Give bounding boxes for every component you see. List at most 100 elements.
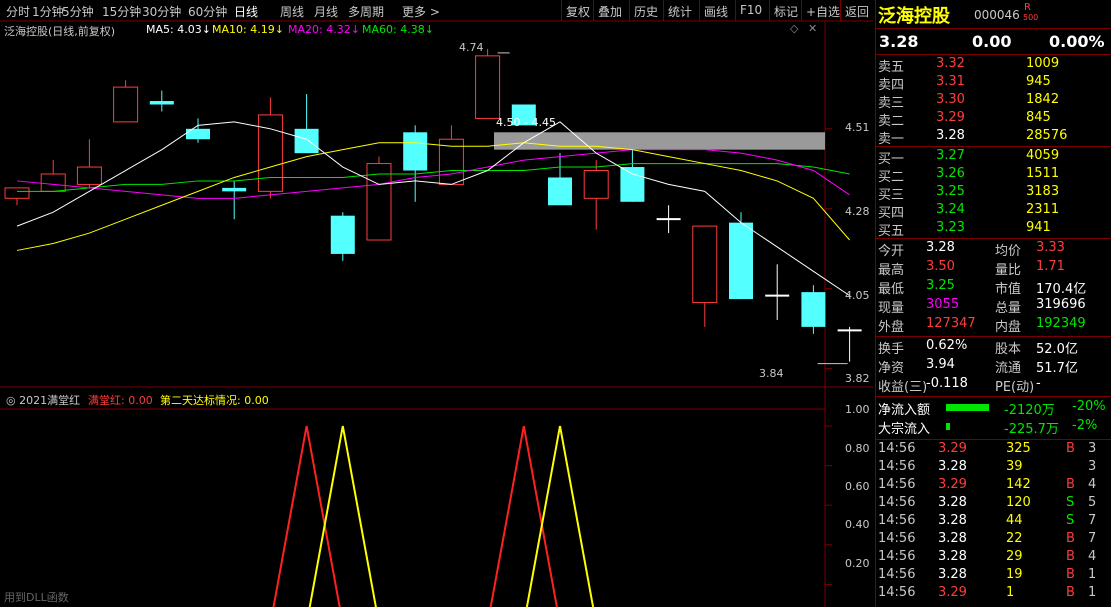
toolbar-button-6[interactable]: 标记 [774,3,798,20]
toolbar-button-2[interactable]: 历史 [634,3,658,20]
orderbook-label: 买四 [878,206,905,221]
tick-count: 1 [1088,585,1097,600]
timeframe-4[interactable]: 30分钟 [142,3,181,20]
stock-name: 泛海控股 [878,6,950,27]
tick-count: 3 [1088,441,1097,456]
signal2-line [308,425,595,607]
orderbook-label: 卖二 [878,114,905,129]
toolbar-button-1[interactable]: 叠加 [598,3,622,20]
candle-body [113,86,139,123]
candle-body [475,55,501,119]
toolbar-button-7[interactable]: +自选 [806,3,840,20]
orderbook-label: 卖五 [878,60,905,75]
tick-time: 14:56 [878,459,916,474]
ma10-line [16,142,850,251]
toolbar-button-4[interactable]: 画线 [704,3,728,20]
timeframe-8[interactable]: 月线 [314,3,338,20]
timeframe-1[interactable]: 1分钟 [32,3,64,20]
orderbook-volume: 1511 [1026,166,1060,181]
timeframe-10[interactable]: 更多 > [402,3,440,20]
price-tick: 4.28 [845,205,870,218]
candle-body [294,128,319,154]
tick-direction: B [1066,549,1075,564]
orderbook-price: 3.28 [936,128,965,143]
indicator-tick: 0.60 [845,480,870,493]
candle-body [76,166,102,185]
orderbook-volume: 1009 [1026,56,1060,71]
candle-body [149,101,174,105]
tick-direction: B [1066,531,1075,546]
timeframe-6[interactable]: 日线 [234,3,258,20]
tick-price: 3.28 [938,549,967,564]
orderbook-price: 3.23 [936,220,965,235]
stat-value: 3.25 [926,278,955,293]
stat-label: 今开 [878,244,905,259]
toolbar-button-0[interactable]: 复权 [566,3,590,20]
candlestick-chart[interactable] [0,21,873,607]
signal2-legend: 第二天达标情况: 0.00 [160,394,269,407]
tick-time: 14:56 [878,513,916,528]
high-label: 4.74 [459,41,484,54]
tick-count: 5 [1088,495,1097,510]
candle-body [257,114,283,192]
orderbook-label: 买五 [878,224,905,239]
rzrq-badge-sub: 500 [1023,13,1039,22]
timeframe-3[interactable]: 15分钟 [102,3,141,20]
candle-body [729,222,753,300]
timeframe-2[interactable]: 5分钟 [62,3,94,20]
tick-count: 3 [1088,459,1097,474]
tick-price: 3.28 [938,567,967,582]
orderbook-volume: 941 [1026,220,1051,235]
orderbook-price: 3.25 [936,184,965,199]
orderbook-label: 买三 [878,188,905,203]
timeframe-0[interactable]: 分时 [6,3,30,20]
orderbook-volume: 845 [1026,110,1051,125]
tick-direction: B [1066,567,1075,582]
stat-value: - [1036,376,1041,391]
tick-volume: 39 [1006,459,1023,474]
toolbar-button-8[interactable]: 返回 [845,3,869,20]
tick-direction: S [1066,495,1075,510]
stat-value: 51.7亿 [1036,361,1078,376]
tick-volume: 120 [1006,495,1031,510]
toolbar-button-3[interactable]: 统计 [668,3,692,20]
price-tick: 4.05 [845,289,870,302]
gap-label: 4.50 - 4.45 [496,116,556,129]
stat-value: 3.33 [1036,240,1065,255]
tick-volume: 142 [1006,477,1031,492]
tick-volume: 29 [1006,549,1023,564]
indicator-title: 2021满堂红 [19,394,81,407]
tick-volume: 19 [1006,567,1023,582]
timeframe-9[interactable]: 多周期 [348,3,384,20]
orderbook-volume: 945 [1026,74,1051,89]
tick-price: 3.28 [938,495,967,510]
timeframe-7[interactable]: 周线 [280,3,304,20]
flow-label: 大宗流入 [878,422,931,437]
orderbook-label: 卖四 [878,78,905,93]
gap-zone [494,132,825,150]
chart-pane[interactable]: 泛海控股(日线,前复权) MA5: 4.03↓ MA10: 4.19↓ MA20… [0,21,873,607]
stat-label: 最低 [878,282,905,297]
toolbar-button-5[interactable]: F10 [740,3,762,17]
orderbook-volume: 1842 [1026,92,1060,107]
stat-value: 0.62% [926,338,968,353]
tick-count: 1 [1088,567,1097,582]
orderbook-volume: 4059 [1026,148,1060,163]
indicator-name: ◎ 2021满堂红 [6,392,80,408]
flow-label: 净流入额 [878,403,931,418]
flow-bar [946,423,950,430]
stat-label: 净资 [878,361,905,376]
timeframe-5[interactable]: 60分钟 [188,3,227,20]
orderbook-label: 卖一 [878,132,905,147]
orderbook-price: 3.24 [936,202,965,217]
orderbook-price: 3.26 [936,166,965,181]
stats-table: 今开 3.28 均价 3.33 最高 3.50 量比 1.71 最低 3.25 市值 170.4亿 现量… [876,240,1111,336]
stat-label: PE(动) [995,380,1035,395]
stock-code: 000046 [974,8,1020,22]
tick-count: 7 [1088,531,1097,546]
tick-count: 4 [1088,477,1097,492]
flow-pct: -20% [1072,399,1106,414]
price-change: 0.00 [972,32,1012,51]
tick-list[interactable]: 14:56 3.29 325 B 3 14:56 3.28 39 3 14:56 3.29 142 B 4… [876,441,1111,607]
tick-volume: 44 [1006,513,1023,528]
